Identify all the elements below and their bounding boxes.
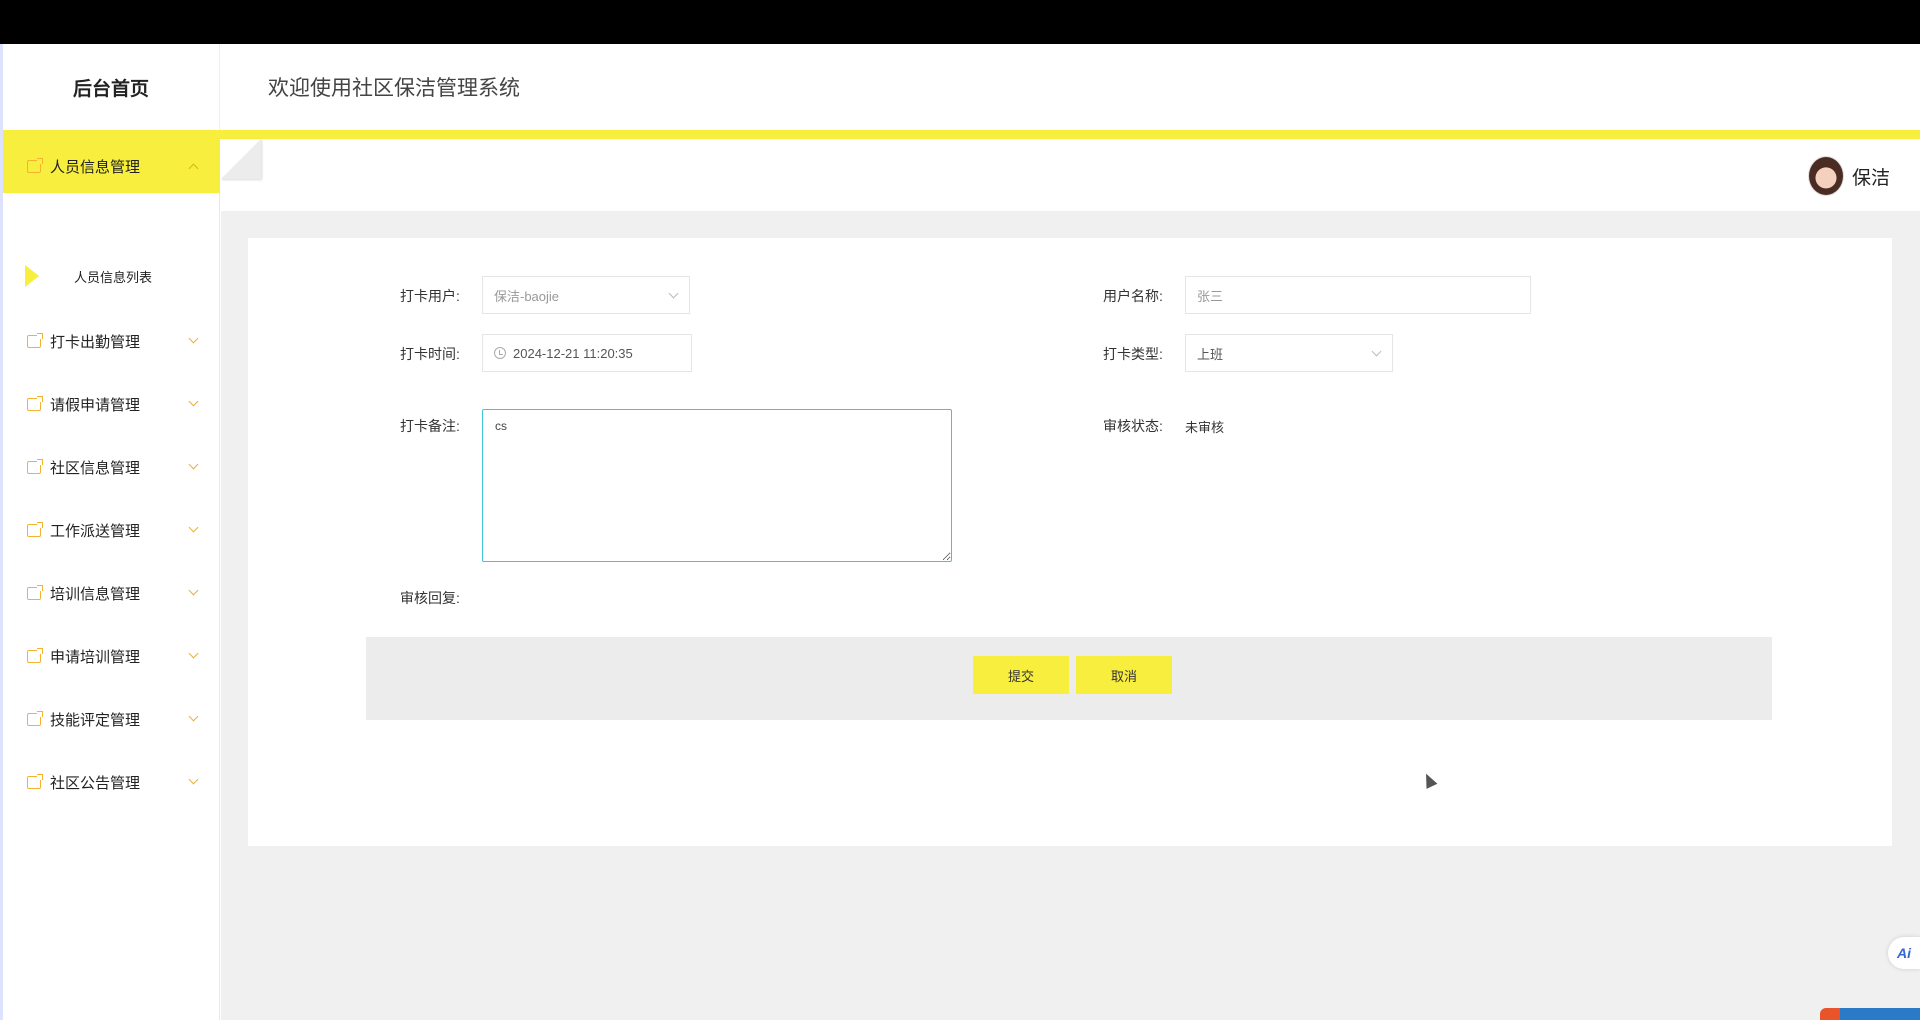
submenu-item-label: 人员信息列表 xyxy=(74,269,153,285)
form-actions: 提交 取消 xyxy=(366,637,1772,720)
folder-icon xyxy=(27,458,43,474)
review-status-label: 审核状态: xyxy=(1103,418,1163,434)
sidebar: 人员信息管理 人员信息列表 打卡出勤管理 请假申请管理 社区信息管理 工作派送管… xyxy=(3,139,220,1020)
content-header: 保洁 xyxy=(221,139,1920,211)
cancel-button[interactable]: 取消 xyxy=(1076,656,1172,694)
folder-icon xyxy=(27,584,43,600)
folder-icon xyxy=(27,157,43,173)
username-value: 张三 xyxy=(1197,288,1224,304)
folder-icon xyxy=(27,332,43,348)
chevron-down-icon xyxy=(188,396,199,407)
main-content: 保洁 打卡用户: 保洁-baojie 用户名称: 张三 打卡时间: 2024-1… xyxy=(221,139,1920,1020)
checkin-form-card: 打卡用户: 保洁-baojie 用户名称: 张三 打卡时间: 2024-12-2… xyxy=(248,238,1892,846)
home-brand[interactable]: 后台首页 xyxy=(3,44,220,130)
screen-top-bar xyxy=(0,0,1920,44)
sidebar-item-community[interactable]: 社区信息管理 xyxy=(3,440,220,494)
checkin-user-label: 打卡用户: xyxy=(400,288,460,304)
sidebar-item-label: 打卡出勤管理 xyxy=(50,333,141,351)
chevron-down-icon xyxy=(188,333,199,344)
sidebar-item-label: 人员信息管理 xyxy=(50,158,141,176)
collapse-toggle[interactable] xyxy=(221,139,261,179)
folder-icon xyxy=(27,773,43,789)
clock-icon xyxy=(494,347,506,359)
folder-icon xyxy=(27,710,43,726)
chevron-down-icon xyxy=(188,459,199,470)
submit-button[interactable]: 提交 xyxy=(973,656,1069,694)
sidebar-item-skills[interactable]: 技能评定管理 xyxy=(3,692,220,746)
folder-icon xyxy=(27,647,43,663)
sidebar-item-label: 社区信息管理 xyxy=(50,459,141,477)
folder-icon xyxy=(27,395,43,411)
review-reply-label: 审核回复: xyxy=(400,590,460,606)
header-accent-bar xyxy=(3,130,1920,139)
username-label: 用户名称: xyxy=(1103,288,1163,304)
remark-label: 打卡备注: xyxy=(400,418,460,434)
remark-textarea[interactable] xyxy=(482,409,952,562)
chevron-down-icon xyxy=(188,522,199,533)
checkin-user-select[interactable]: 保洁-baojie xyxy=(482,276,690,314)
sidebar-item-training-apply[interactable]: 申请培训管理 xyxy=(3,629,220,683)
sidebar-item-training[interactable]: 培训信息管理 xyxy=(3,566,220,620)
welcome-title: 欢迎使用社区保洁管理系统 xyxy=(268,77,520,100)
sidebar-item-label: 技能评定管理 xyxy=(50,711,141,729)
user-name: 保洁 xyxy=(1851,167,1890,189)
checkin-time-picker[interactable]: 2024-12-21 11:20:35 xyxy=(482,334,692,372)
sidebar-item-dispatch[interactable]: 工作派送管理 xyxy=(3,503,220,557)
chevron-down-icon xyxy=(668,288,679,299)
sidebar-item-announcements[interactable]: 社区公告管理 xyxy=(3,755,220,809)
sidebar-item-personnel[interactable]: 人员信息管理 xyxy=(3,139,220,193)
checkin-time-value: 2024-12-21 11:20:35 xyxy=(513,345,633,361)
checkin-type-value: 上班 xyxy=(1197,346,1224,362)
user-menu[interactable]: 保洁 xyxy=(1807,156,1890,196)
chevron-down-icon xyxy=(188,774,199,785)
sidebar-item-label: 请假申请管理 xyxy=(50,396,141,414)
sidebar-item-label: 社区公告管理 xyxy=(50,774,141,792)
sidebar-item-attendance[interactable]: 打卡出勤管理 xyxy=(3,314,220,368)
app-window: 后台首页 欢迎使用社区保洁管理系统 人员信息管理 人员信息列表 打卡出勤管理 请… xyxy=(0,44,1920,1020)
sidebar-item-label: 申请培训管理 xyxy=(50,648,141,666)
submenu-item-personnel-list[interactable]: 人员信息列表 xyxy=(3,256,220,296)
checkin-user-value: 保洁-baojie xyxy=(494,288,560,304)
sidebar-item-label: 工作派送管理 xyxy=(50,522,141,540)
checkin-type-label: 打卡类型: xyxy=(1103,346,1163,362)
chevron-down-icon xyxy=(188,648,199,659)
username-field[interactable]: 张三 xyxy=(1185,276,1531,314)
triangle-right-icon xyxy=(25,265,39,287)
sidebar-item-label: 培训信息管理 xyxy=(50,585,141,603)
chevron-down-icon xyxy=(188,711,199,722)
chevron-down-icon xyxy=(1371,346,1382,357)
checkin-type-select[interactable]: 上班 xyxy=(1185,334,1393,372)
sidebar-item-leave[interactable]: 请假申请管理 xyxy=(3,377,220,431)
chevron-up-icon xyxy=(188,163,199,174)
avatar xyxy=(1807,156,1844,196)
chevron-down-icon xyxy=(188,585,199,596)
ai-assistant-icon[interactable]: Ai xyxy=(1888,937,1920,969)
review-status-value: 未审核 xyxy=(1185,420,1225,435)
folder-icon xyxy=(27,521,43,537)
checkin-time-label: 打卡时间: xyxy=(400,346,460,362)
corner-logo xyxy=(1820,1008,1920,1020)
